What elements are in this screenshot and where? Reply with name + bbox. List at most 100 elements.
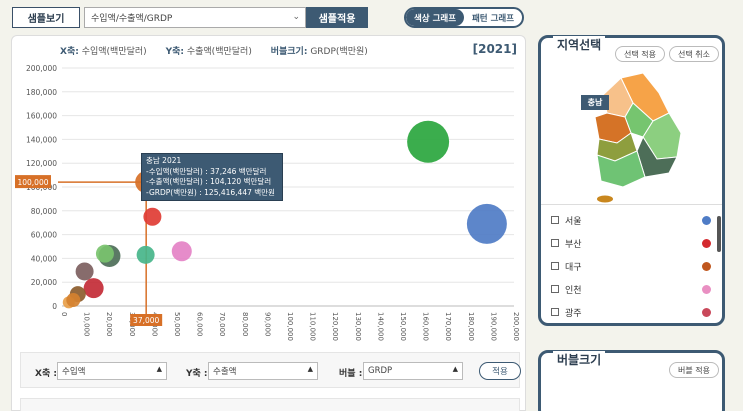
bubble-대전[interactable] [66,293,81,308]
bubble-select[interactable]: GRDP ▲ [363,362,463,380]
y-tick-label: 20,000 [31,278,57,287]
color-dot-icon [702,238,711,248]
checkbox[interactable] [551,216,559,224]
crosshair-y-label: 100,000 [17,178,48,187]
select-cancel-button[interactable]: 선택 취소 [669,46,719,62]
color-dot-icon [702,215,711,225]
caret-down-icon: ▲ [156,365,162,373]
bubble-서울[interactable] [466,203,507,244]
x-axis-control-label: X축 : [35,369,57,379]
x-tick-label: 0 [60,312,68,316]
korea-map[interactable]: 충남 [581,72,691,203]
chart-panel: X축: 수입액(백만달러) Y축: 수출액(백만달러) 버블크기: GRDP(백… [11,35,526,411]
crosshair-x-label: 37,000 [133,316,159,325]
x-tick-label: 200,000 [512,312,520,341]
region-label: 광주 [565,308,582,319]
checkbox[interactable] [551,239,559,247]
y-axis-control-label: Y축 : [186,369,208,379]
tooltip-line-export: -수출액(백만달러) : 104,120 백만달러 [146,177,272,186]
checkbox[interactable] [551,262,559,270]
region-panel-title: 지역선택 [553,36,606,53]
region-list-scrollbar[interactable] [717,216,721,252]
y-tick-label: 160,000 [26,112,57,121]
map-region-tag: 충남 [587,98,603,107]
top-toolbar: 샘플보기 수입액/수출액/GRDP ⌄ 샘플적용 색상 그래프 패턴 그래프 [0,0,743,34]
apply-axis-button[interactable]: 적용 [479,362,521,380]
x-tick-label: 100,000 [286,312,294,341]
select-apply-button[interactable]: 선택 적용 [615,46,665,62]
x-tick-label: 120,000 [331,312,339,341]
x-tick-label: 110,000 [309,312,317,341]
sample-select[interactable]: 수입액/수출액/GRDP ⌄ [84,7,306,28]
y-tick-label: 60,000 [31,231,57,240]
tooltip-title: 충남 2021 [146,156,182,165]
color-dot-icon [702,284,711,294]
bubble-충북[interactable] [95,244,114,263]
bubble-apply-button[interactable]: 버블 적용 [669,362,719,378]
apply-sample-button[interactable]: 샘플적용 [306,7,368,28]
sample-label: 샘플보기 [12,7,80,28]
y-tick-label: 40,000 [31,254,57,263]
x-tick-label: 20,000 [105,312,113,337]
x-axis-select[interactable]: 수입액 ▲ [57,362,167,380]
bubble-경기[interactable] [407,120,450,163]
x-tick-label: 140,000 [376,312,384,341]
tooltip-line-import: -수입액(백만달러) : 37,246 백만달러 [146,166,267,176]
color-graph-tab[interactable]: 색상 그래프 [406,9,464,26]
bubble-size-panel: 버블크기 버블 적용 [538,350,725,411]
region-item-daegu[interactable]: 대구 [551,259,711,273]
x-tick-label: 70,000 [218,312,226,337]
x-tick-label: 170,000 [444,312,452,341]
bubble-경북[interactable] [171,241,192,262]
x-tick-label: 160,000 [422,312,430,341]
x-tick-label: 130,000 [354,312,362,341]
chevron-down-icon: ⌄ [292,12,300,22]
y-tick-label: 0 [52,302,57,311]
bottom-strip [20,398,520,411]
y-tick-label: 80,000 [31,207,57,216]
region-label: 대구 [565,262,582,273]
axis-controls: X축 : 수입액 ▲ Y축 : 수출액 ▲ 버블 : GRDP ▲ 적용 [20,352,521,388]
chart-tooltip: 충남 2021 -수입액(백만달러) : 37,246 백만달러 -수출액(백만… [141,153,283,201]
x-tick-label: 190,000 [489,312,497,341]
region-list: 서울 부산 대구 인천 광주 [541,204,722,324]
sample-select-value: 수입액/수출액/GRDP [91,14,173,24]
y-tick-label: 200,000 [26,64,57,73]
region-item-incheon[interactable]: 인천 [551,282,711,296]
graph-type-toggle[interactable]: 색상 그래프 패턴 그래프 [404,7,524,28]
y-tick-label: 140,000 [26,135,57,144]
bubble-경남[interactable] [143,207,162,226]
x-tick-label: 150,000 [399,312,407,341]
bubble-control-label: 버블 : [339,369,363,379]
y-axis-select-value: 수출액 [213,367,237,377]
checkbox[interactable] [551,308,559,316]
x-tick-label: 180,000 [467,312,475,341]
y-tick-label: 180,000 [26,88,57,97]
bubble-부산[interactable] [75,262,94,281]
region-item-busan[interactable]: 부산 [551,236,711,250]
region-label: 서울 [565,216,582,227]
bubble-울산[interactable] [136,245,155,264]
region-item-seoul[interactable]: 서울 [551,213,711,227]
region-label: 인천 [565,285,582,296]
bubble-대구[interactable] [83,278,104,299]
checkbox[interactable] [551,285,559,293]
caret-down-icon: ▲ [452,365,458,373]
color-dot-icon [702,307,711,317]
x-tick-label: 50,000 [173,312,181,337]
region-item-gwangju[interactable]: 광주 [551,305,711,319]
x-tick-label: 90,000 [263,312,271,337]
x-tick-label: 10,000 [83,312,91,337]
y-axis-select[interactable]: 수출액 ▲ [208,362,318,380]
bubble-panel-title: 버블크기 [553,351,606,368]
color-dot-icon [702,261,711,271]
y-tick-label: 120,000 [26,159,57,168]
map-jeju [597,195,613,203]
x-axis-select-value: 수입액 [62,367,86,377]
x-tick-label: 60,000 [196,312,204,337]
pattern-graph-tab[interactable]: 패턴 그래프 [464,9,522,26]
caret-down-icon: ▲ [307,365,313,373]
region-select-panel: 지역선택 선택 적용 선택 취소 충남 서울 부산 대구 인천 광주 [538,35,725,326]
tooltip-line-grdp: -GRDP(백만원) : 125,416,447 백만원 [146,187,275,197]
x-tick-label: 80,000 [241,312,249,337]
